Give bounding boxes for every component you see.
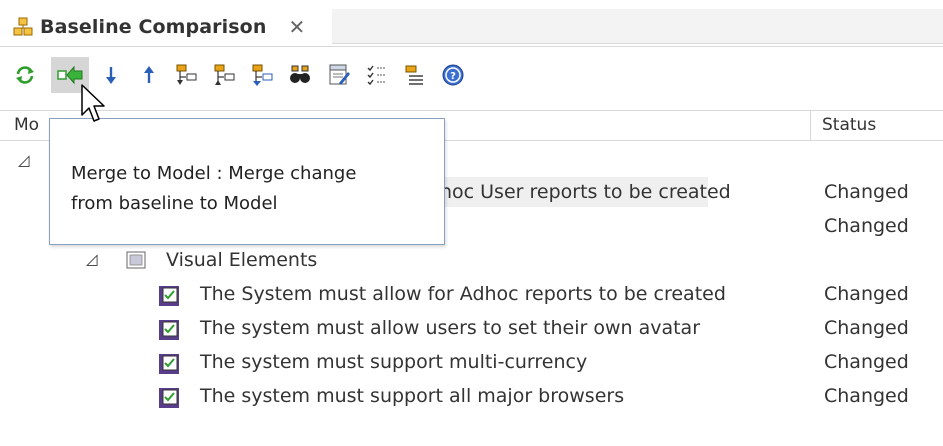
row-label: The System must allow for Adhoc reports …	[200, 283, 726, 305]
checklist-button[interactable]	[363, 61, 391, 89]
xml-report-icon	[329, 64, 350, 85]
requirement-checked-icon	[157, 284, 181, 308]
tree-expand-icon	[176, 64, 197, 85]
mouse-cursor-icon	[80, 83, 106, 125]
column-header-status[interactable]: Status	[822, 115, 876, 135]
tree-row-requirement[interactable]: The system must allow users to set their…	[0, 313, 943, 346]
row-status: Changed	[824, 215, 909, 237]
collapse-all-button[interactable]	[211, 61, 239, 89]
row-status: Changed	[824, 283, 909, 305]
tree-collapse-icon	[214, 64, 235, 85]
checklist-icon	[367, 65, 385, 86]
visual-elements-icon	[126, 251, 146, 274]
column-divider[interactable]	[810, 111, 811, 140]
row-label: Visual Elements	[166, 249, 318, 271]
tree-filter-icon	[252, 64, 273, 86]
document-list-button[interactable]	[401, 61, 429, 89]
tooltip-line-2: from baseline to Model	[71, 193, 278, 214]
document-list-icon	[405, 65, 423, 85]
find-button[interactable]	[287, 61, 315, 89]
arrow-up-icon	[144, 66, 154, 83]
tab-title: Baseline Comparison	[40, 16, 267, 38]
expand-all-button[interactable]	[173, 61, 201, 89]
tree-row-requirement[interactable]: The system must support all major browse…	[0, 381, 943, 414]
tooltip-text: Merge to Model : Merge change from basel…	[71, 159, 431, 219]
binoculars-icon	[290, 65, 310, 83]
svg-text:?: ?	[450, 71, 456, 82]
row-label: The system must support all major browse…	[200, 385, 625, 407]
row-label: The system must support multi-currency	[200, 351, 588, 373]
requirement-checked-icon	[157, 386, 181, 410]
help-button[interactable]: ?	[439, 61, 467, 89]
tab-strip-background	[332, 9, 943, 44]
help-icon: ?	[442, 64, 464, 86]
tab-baseline-comparison[interactable]: Baseline Comparison ✕	[0, 9, 331, 45]
row-status: Changed	[824, 385, 909, 407]
close-icon[interactable]: ✕	[288, 17, 305, 37]
collapse-triangle-icon[interactable]: ◿	[18, 151, 30, 169]
xml-report-button[interactable]	[325, 61, 353, 89]
refresh-icon	[16, 66, 34, 84]
column-header-model[interactable]: Mo	[14, 115, 39, 135]
tab-strip: Baseline Comparison ✕	[0, 0, 943, 47]
baseline-package-icon	[12, 16, 34, 38]
row-status: Changed	[824, 181, 909, 203]
filter-tree-button[interactable]	[249, 61, 277, 89]
requirement-checked-icon	[157, 352, 181, 376]
tooltip-line-1: Merge to Model : Merge change	[71, 163, 357, 184]
row-label: The system must allow users to set their…	[200, 317, 701, 339]
requirement-checked-icon	[157, 318, 181, 342]
refresh-button[interactable]	[11, 61, 39, 89]
row-status: Changed	[824, 351, 909, 373]
row-status: Changed	[824, 317, 909, 339]
tree-row-visual-elements[interactable]: ◿ Visual Elements	[0, 245, 943, 278]
collapse-triangle-icon[interactable]: ◿	[86, 250, 98, 268]
row-label: hoc User reports to be created	[440, 181, 731, 203]
toolbar: ?	[0, 55, 943, 95]
tooltip-merge-to-model: Merge to Model : Merge change from basel…	[49, 118, 445, 245]
tree-row-requirement[interactable]: The System must allow for Adhoc reports …	[0, 279, 943, 312]
previous-difference-button[interactable]	[135, 61, 163, 89]
tree-row-requirement[interactable]: The system must support multi-currency C…	[0, 347, 943, 380]
